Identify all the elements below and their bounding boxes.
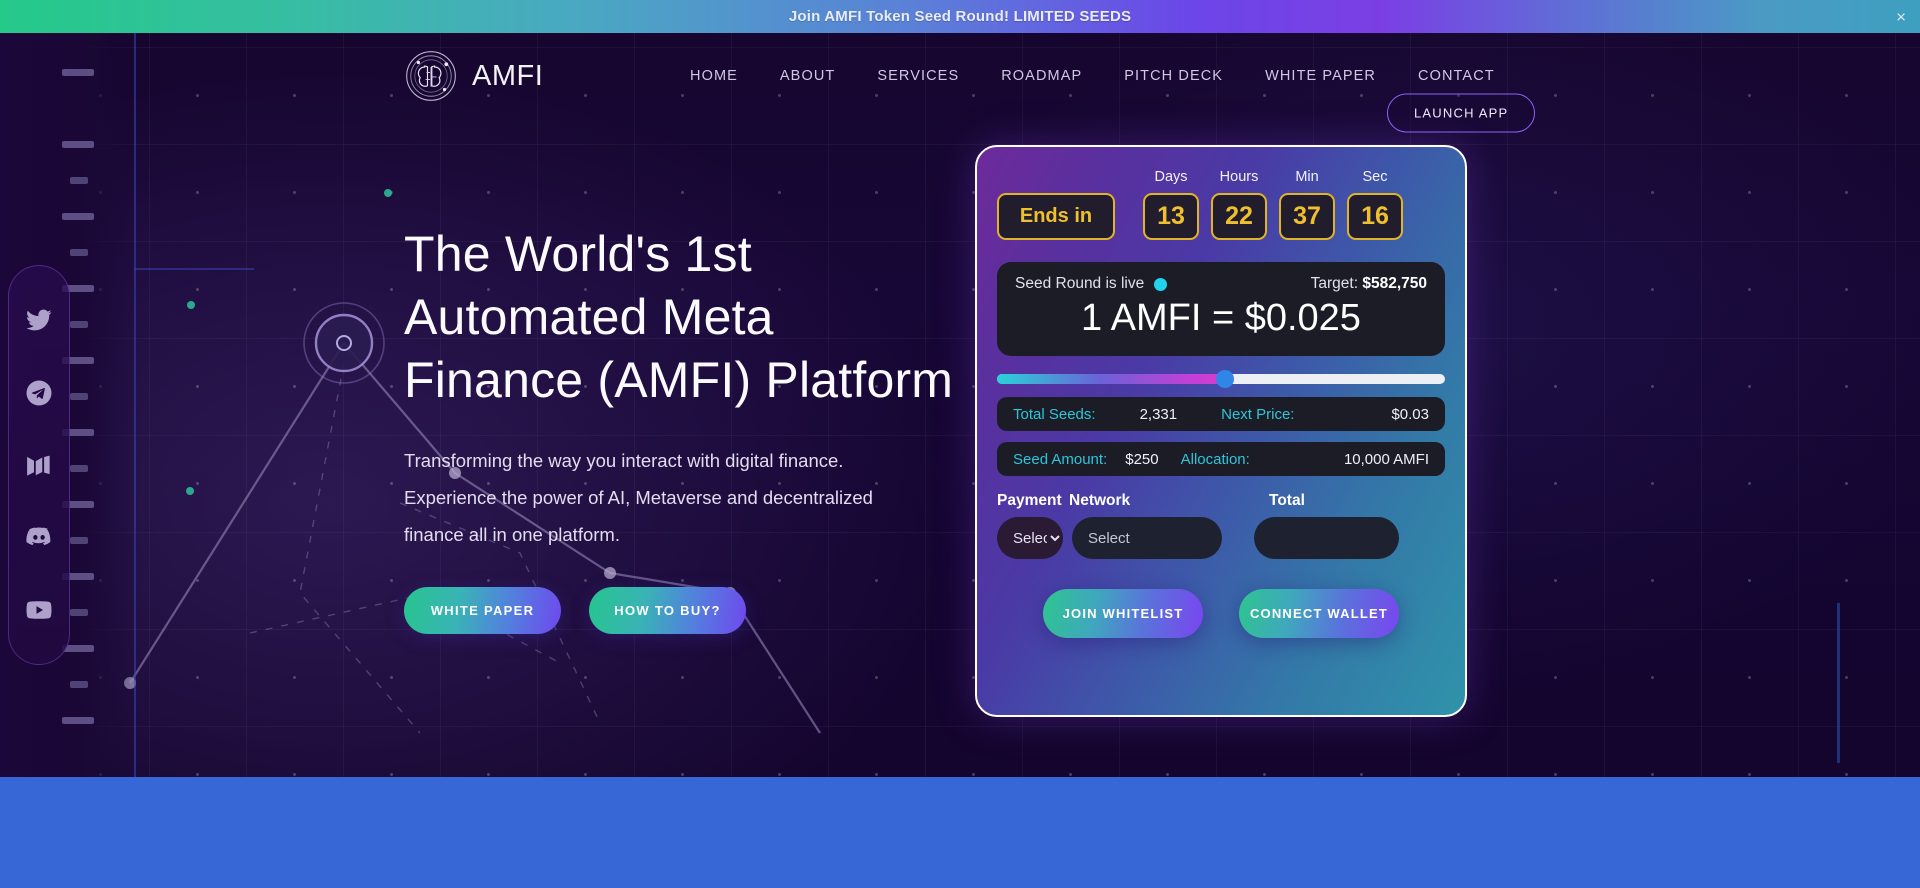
target-label: Target:: [1310, 275, 1359, 292]
next-price-label: Next Price:: [1221, 405, 1295, 423]
connect-wallet-button[interactable]: CONNECT WALLET: [1239, 589, 1399, 638]
page-title: The World's 1st Automated Meta Finance (…: [404, 226, 954, 408]
vertical-accent-line: [134, 33, 136, 777]
total-input[interactable]: [1254, 517, 1399, 559]
countdown-days: Days 13: [1143, 169, 1199, 240]
seed-status-text: Seed Round is live: [1015, 275, 1145, 292]
progress-knob[interactable]: [1216, 370, 1235, 388]
hero-subtitle: Transforming the way you interact with d…: [404, 450, 873, 545]
network-label: Network: [1069, 492, 1131, 509]
countdown-row: Ends in Days 13 Hours 22 Min 37 Sec 16: [997, 169, 1445, 240]
telegram-icon[interactable]: [24, 378, 54, 408]
countdown-sec-value: 16: [1347, 193, 1403, 240]
allocation-value: 10,000 AMFI: [1343, 450, 1429, 468]
announcement-text: Join AMFI Token Seed Round! LIMITED SEED…: [788, 8, 1132, 25]
progress-fill: [997, 374, 1226, 384]
nav-item-home[interactable]: HOME: [690, 68, 738, 84]
hero-cta-row: WHITE PAPER HOW TO BUY?: [404, 587, 964, 634]
network-select[interactable]: Select: [1072, 517, 1222, 559]
payment-label: Payment: [997, 492, 1062, 509]
allocation-label: Allocation:: [1180, 450, 1250, 468]
price-box: Seed Round is live Target: $582,750 1 AM…: [997, 262, 1445, 356]
nav-item-roadmap[interactable]: ROADMAP: [1001, 68, 1082, 84]
horizontal-accent-line: [134, 268, 254, 270]
hero-copy: The World's 1st Automated Meta Finance (…: [404, 223, 964, 634]
nav-item-contact[interactable]: CONTACT: [1418, 68, 1495, 84]
price-box-header: Seed Round is live Target: $582,750: [1015, 275, 1427, 293]
main-nav: HOME ABOUT SERVICES ROADMAP PITCH DECK W…: [690, 68, 1495, 84]
countdown-days-value: 13: [1143, 193, 1199, 240]
form-labels: Payment Network Total: [997, 492, 1445, 510]
form-row: Select Select: [997, 517, 1445, 559]
next-price-value: $0.03: [1391, 405, 1429, 423]
medium-icon[interactable]: [24, 450, 54, 480]
target-value: $582,750: [1362, 275, 1427, 292]
countdown-hours: Hours 22: [1211, 169, 1267, 240]
countdown-min-label: Min: [1295, 169, 1319, 185]
sale-progress-slider[interactable]: [997, 370, 1445, 388]
countdown-hours-value: 22: [1211, 193, 1267, 240]
ends-in-label: Ends in: [997, 193, 1115, 240]
countdown-min: Min 37: [1279, 169, 1335, 240]
countdown-min-value: 37: [1279, 193, 1335, 240]
nav-item-pitch-deck[interactable]: PITCH DECK: [1124, 68, 1223, 84]
target-amount: Target: $582,750: [1311, 275, 1427, 293]
site-header: AMFI HOME ABOUT SERVICES ROADMAP PITCH D…: [0, 33, 1920, 133]
youtube-icon[interactable]: [24, 595, 54, 625]
bottom-band: [0, 777, 1920, 888]
seed-amount-label: Seed Amount:: [1013, 450, 1108, 468]
total-seeds-label: Total Seeds:: [1013, 405, 1096, 423]
logo[interactable]: AMFI: [404, 49, 543, 103]
nav-item-about[interactable]: ABOUT: [780, 68, 835, 84]
nav-item-services[interactable]: SERVICES: [877, 68, 959, 84]
twitter-icon[interactable]: [24, 305, 54, 335]
white-paper-button[interactable]: WHITE PAPER: [404, 587, 561, 634]
card-actions: JOIN WHITELIST CONNECT WALLET: [997, 589, 1445, 638]
discord-icon[interactable]: [24, 522, 54, 552]
how-to-buy-button[interactable]: HOW TO BUY?: [589, 587, 746, 634]
stats-row-seeds: Total Seeds: 2,331 Next Price: $0.03: [997, 397, 1445, 431]
live-status-dot-icon: [1154, 277, 1168, 291]
hero-section: The World's 1st Automated Meta Finance (…: [0, 33, 1920, 777]
logo-text: AMFI: [472, 59, 544, 92]
payment-select[interactable]: Select: [997, 517, 1063, 559]
countdown-sec-label: Sec: [1362, 169, 1388, 185]
nav-item-white-paper[interactable]: WHITE PAPER: [1265, 68, 1376, 84]
join-whitelist-button[interactable]: JOIN WHITELIST: [1043, 589, 1203, 638]
countdown-sec: Sec 16: [1347, 169, 1403, 240]
page-root: Join AMFI Token Seed Round! LIMITED SEED…: [0, 0, 1920, 888]
social-rail: [8, 265, 70, 665]
countdown-hours-label: Hours: [1219, 169, 1259, 185]
launch-app-button[interactable]: LAUNCH APP: [1387, 93, 1536, 133]
announcement-banner: Join AMFI Token Seed Round! LIMITED SEED…: [0, 0, 1920, 33]
total-seeds-value: 2,331: [1139, 405, 1178, 423]
stats-row-amount: Seed Amount: $250 Allocation: 10,000 AMF…: [997, 442, 1445, 476]
countdown-days-label: Days: [1154, 169, 1188, 185]
close-icon[interactable]: ×: [1896, 8, 1906, 25]
seed-sale-card: Ends in Days 13 Hours 22 Min 37 Sec 16 S…: [975, 145, 1467, 717]
token-price: 1 AMFI = $0.025: [1081, 297, 1361, 339]
total-label: Total: [1269, 492, 1305, 509]
seed-amount-value: $250: [1125, 450, 1159, 468]
right-accent-line: [1837, 603, 1840, 763]
amfi-brain-logo-icon: [406, 51, 456, 101]
